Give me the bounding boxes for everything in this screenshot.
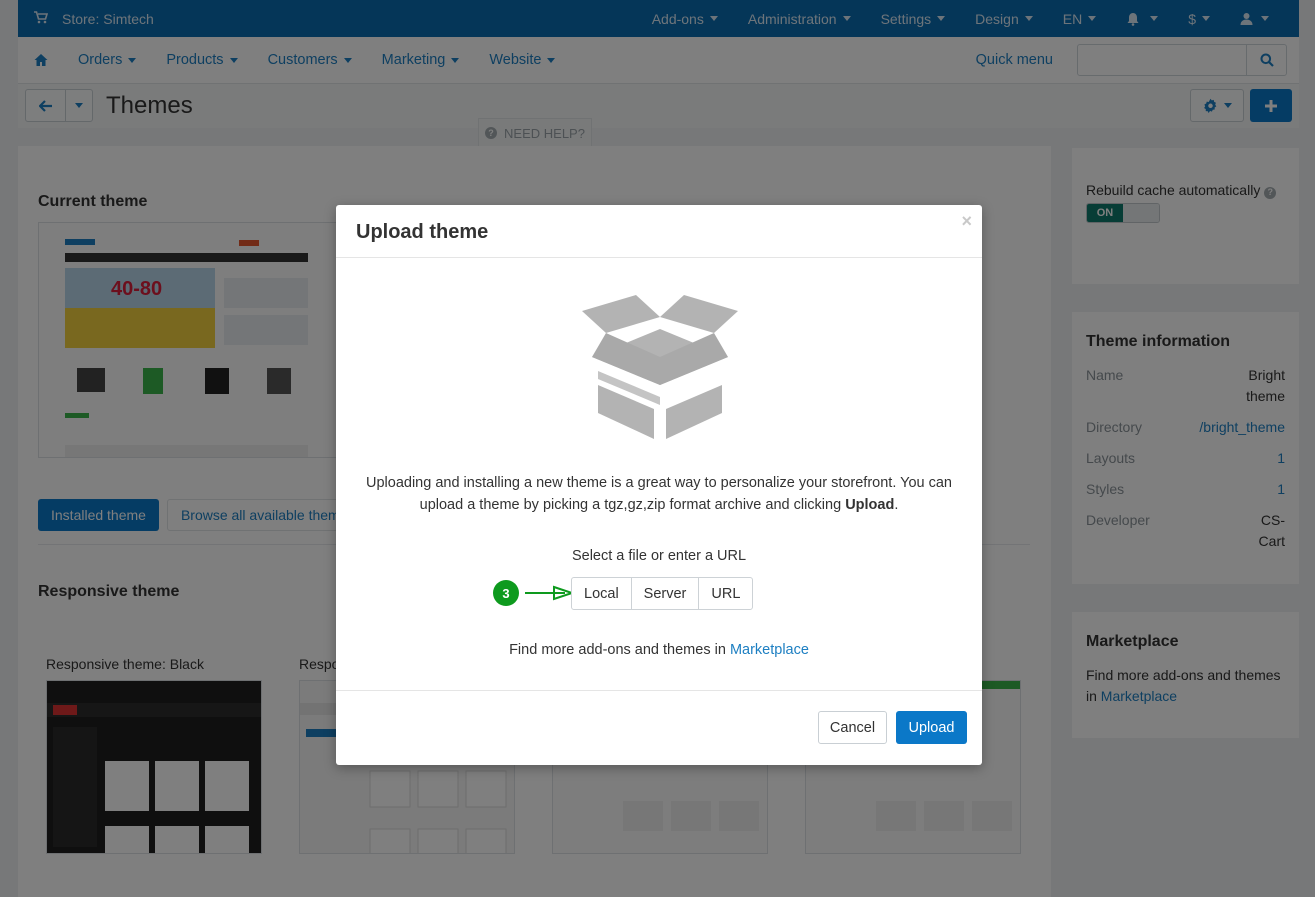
source-local-button[interactable]: Local bbox=[572, 578, 631, 609]
select-source-label: Select a file or enter a URL bbox=[571, 548, 747, 564]
source-url-button[interactable]: URL bbox=[698, 578, 752, 609]
divider bbox=[336, 257, 982, 258]
source-server-button[interactable]: Server bbox=[630, 578, 699, 609]
file-source-selector: Local Server URL bbox=[571, 577, 754, 610]
divider bbox=[336, 690, 982, 691]
close-icon[interactable]: × bbox=[961, 211, 972, 232]
dialog-description: Uploading and installing a new theme is … bbox=[356, 472, 962, 516]
cancel-button[interactable]: Cancel bbox=[818, 711, 887, 744]
description-end: . bbox=[894, 497, 899, 513]
arrow-right-icon bbox=[525, 585, 574, 601]
marketplace-link[interactable]: Marketplace bbox=[730, 642, 809, 658]
upload-button[interactable]: Upload bbox=[896, 711, 967, 744]
upload-theme-dialog: × Upload theme Uploading and installing … bbox=[336, 205, 982, 765]
description-bold: Upload bbox=[845, 497, 895, 513]
box-icon bbox=[580, 289, 740, 442]
dialog-title: Upload theme bbox=[356, 221, 489, 243]
find-more-text: Find more add-ons and themes in Marketpl… bbox=[336, 642, 982, 658]
find-more-label: Find more add-ons and themes in bbox=[509, 642, 726, 658]
step-badge: 3 bbox=[493, 580, 519, 606]
